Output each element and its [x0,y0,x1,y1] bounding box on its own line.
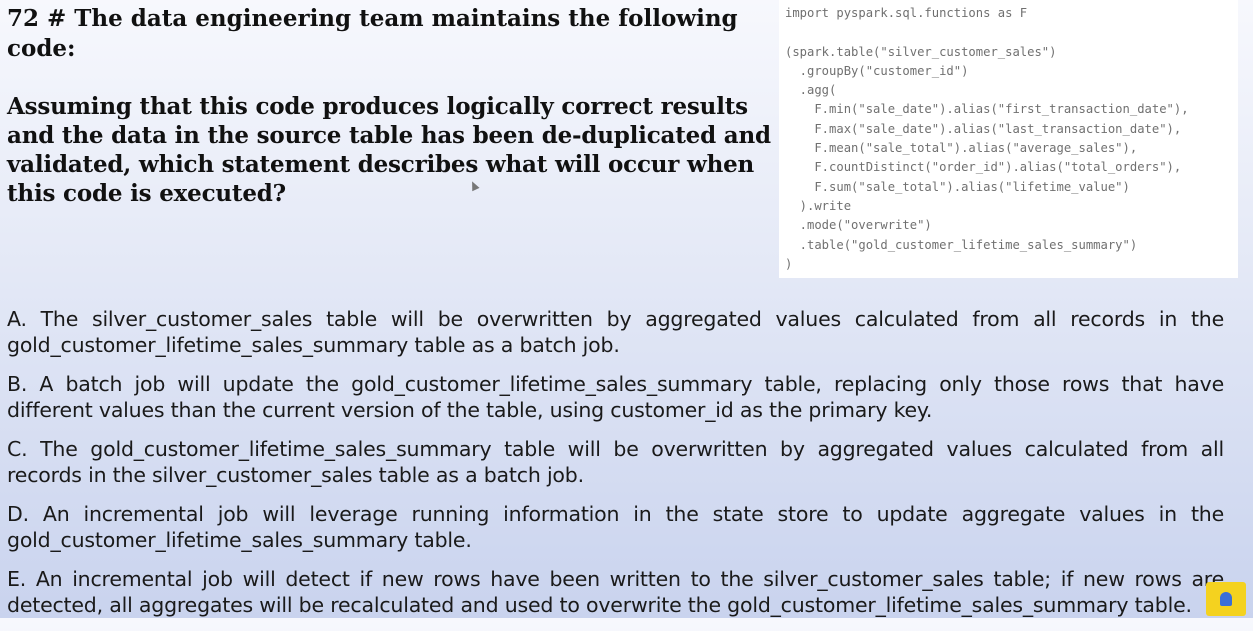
code-snippet: import pyspark.sql.functions as F (spark… [779,0,1238,278]
answer-options: A. The silver_customer_sales table will … [7,306,1224,631]
option-b[interactable]: B. A batch job will update the gold_cust… [7,371,1224,423]
question-body: Assuming that this code produces logical… [7,93,771,207]
option-a[interactable]: A. The silver_customer_sales table will … [7,306,1224,358]
code-text: import pyspark.sql.functions as F (spark… [785,4,1232,274]
code-line: F.countDistinct("order_id").alias("total… [785,160,1182,175]
question-title: 72 # The data engineering team maintains… [7,5,738,62]
code-line: .agg( [785,83,837,98]
option-e[interactable]: E. An incremental job will detect if new… [7,566,1224,618]
code-line: F.min("sale_date").alias("first_transact… [785,102,1189,117]
code-line: F.max("sale_date").alias("last_transacti… [785,121,1182,136]
code-line: .groupBy("customer_id") [785,63,969,78]
option-c[interactable]: C. The gold_customer_lifetime_sales_summ… [7,436,1224,488]
owl-icon [1220,592,1232,606]
owl-logo-icon [1206,582,1246,616]
question-block: 72 # The data engineering team maintains… [7,4,777,208]
code-line: ).write [785,198,852,213]
code-line: F.mean("sale_total").alias("average_sale… [785,141,1138,156]
code-line: ) [785,256,793,271]
code-line: F.sum("sale_total").alias("lifetime_valu… [785,179,1130,194]
code-line: import pyspark.sql.functions as F [785,6,1028,20]
code-line: .table("gold_customer_lifetime_sales_sum… [785,237,1138,252]
code-line: (spark.table("silver_customer_sales") [785,44,1057,59]
code-line: .mode("overwrite") [785,218,932,233]
option-d[interactable]: D. An incremental job will leverage runn… [7,501,1224,553]
